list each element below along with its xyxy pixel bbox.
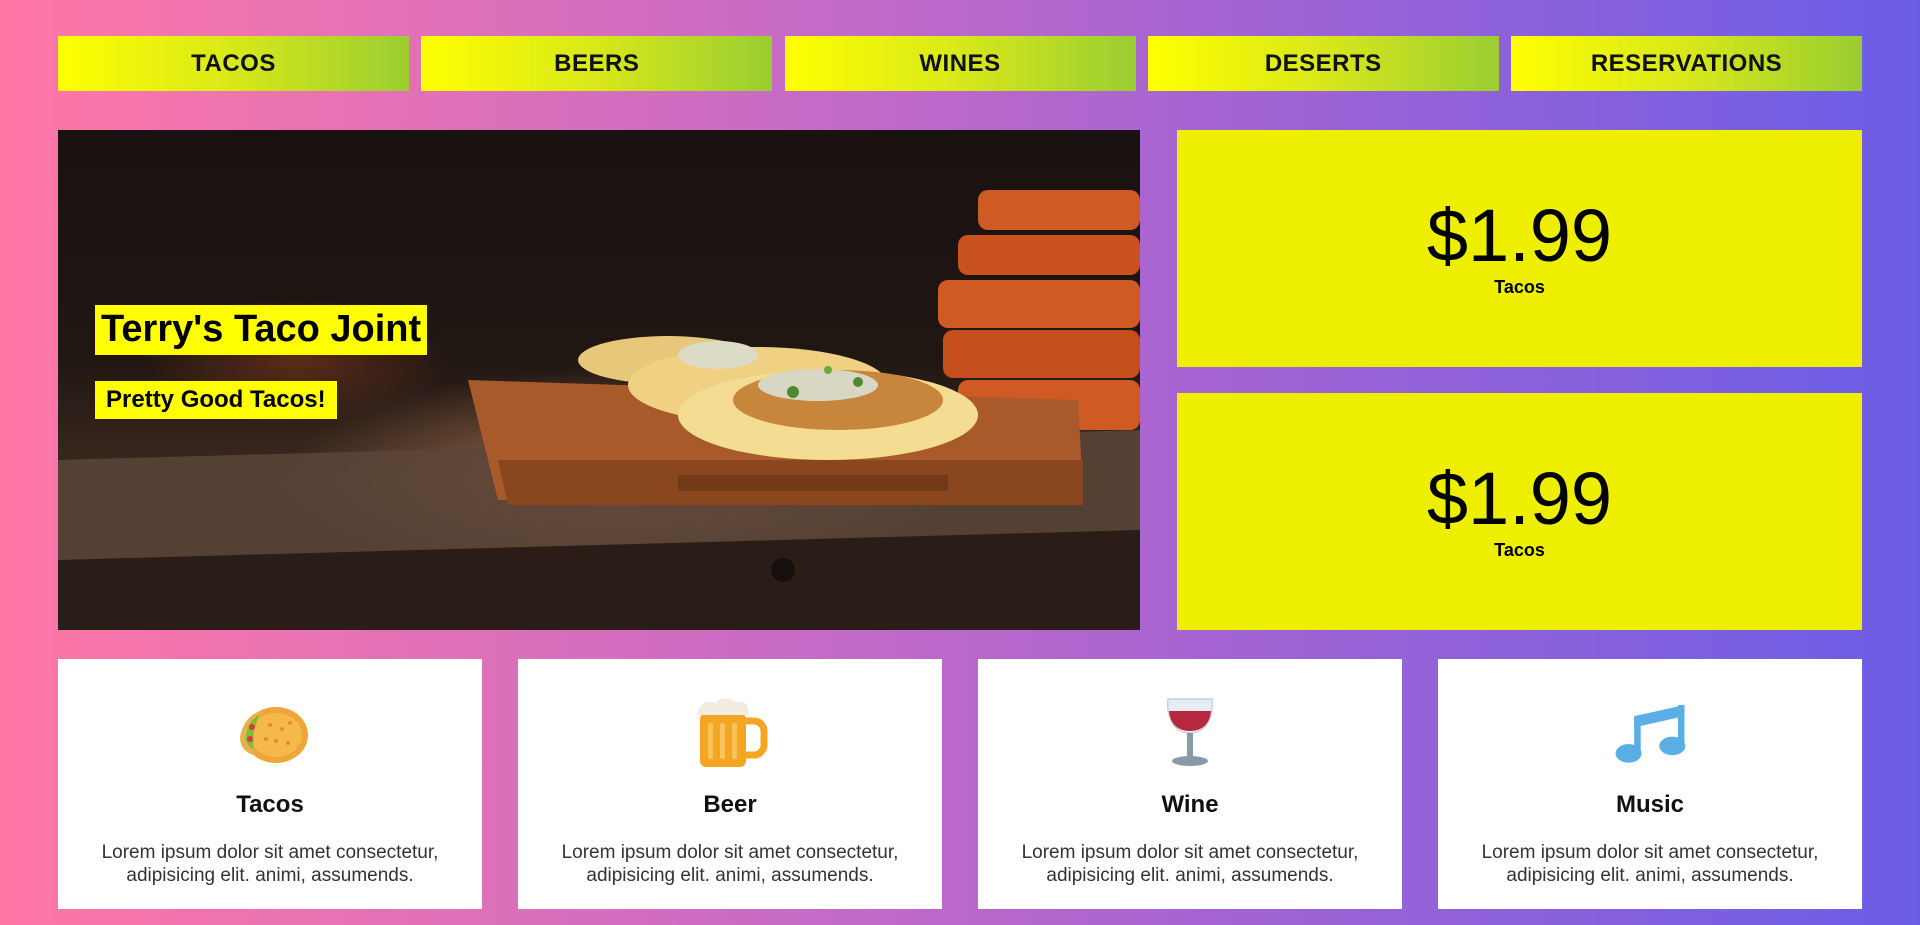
price-value: $1.99 [1426,457,1613,540]
nav-item-deserts[interactable]: DESERTS [1147,36,1499,91]
wine-glass-icon [1150,695,1230,769]
feature-title: Music [1615,791,1684,818]
feature-text: Lorem ipsum dolor sit amet consectetur, … [561,842,899,886]
hero-taco-photo [58,190,1140,630]
feature-title: Tacos [236,791,304,818]
price-card: $1.99 Tacos [1177,130,1862,367]
hero-title: Terry's Taco Joint [95,305,428,355]
feature-title: Wine [1161,791,1219,818]
feature-card-music: Music Lorem ipsum dolor sit amet consect… [1438,659,1862,909]
price-label: Tacos [1494,540,1545,560]
hero-subtitle: Pretty Good Tacos! [95,381,337,420]
feature-text: Lorem ipsum dolor sit amet consectetur, … [1021,842,1359,886]
main-nav: TACOS BEERS WINES DESERTS RESERVATIONS [58,36,1862,91]
price-card: $1.99 Tacos [1177,393,1862,630]
hero-banner: Terry's Taco Joint Pretty Good Tacos! [58,130,1140,630]
taco-icon [230,695,310,769]
features-section: Tacos Lorem ipsum dolor sit amet consect… [58,659,1862,909]
feature-title: Beer [703,791,757,818]
nav-item-beers[interactable]: BEERS [421,36,773,91]
feature-card-wine: Wine Lorem ipsum dolor sit amet consecte… [978,659,1402,909]
nav-item-tacos[interactable]: TACOS [58,36,409,91]
beer-icon [690,695,770,769]
music-note-icon [1610,695,1690,769]
nav-item-wines[interactable]: WINES [784,36,1136,91]
feature-card-tacos: Tacos Lorem ipsum dolor sit amet consect… [58,659,482,909]
price-value: $1.99 [1426,194,1613,277]
feature-text: Lorem ipsum dolor sit amet consectetur, … [101,842,439,886]
nav-item-reservations[interactable]: RESERVATIONS [1511,36,1862,91]
price-label: Tacos [1494,277,1545,297]
feature-card-beer: Beer Lorem ipsum dolor sit amet consecte… [518,659,942,909]
feature-text: Lorem ipsum dolor sit amet consectetur, … [1481,842,1819,886]
